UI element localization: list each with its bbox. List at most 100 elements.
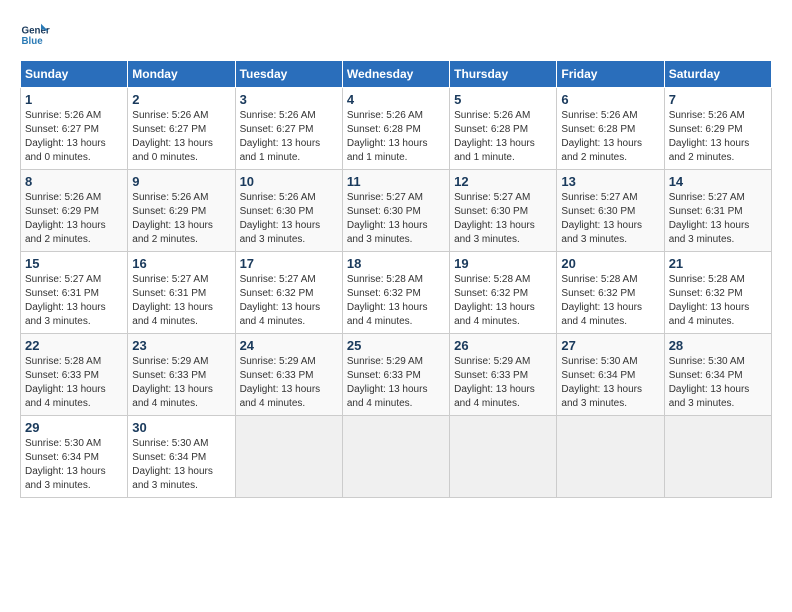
day-number: 23 [132, 338, 230, 353]
calendar-cell: 11 Sunrise: 5:27 AM Sunset: 6:30 PM Dayli… [342, 170, 449, 252]
day-info: Sunrise: 5:26 AM Sunset: 6:27 PM Dayligh… [240, 109, 338, 165]
day-number: 16 [132, 256, 230, 271]
day-number: 10 [240, 174, 338, 189]
calendar-cell: 3 Sunrise: 5:26 AM Sunset: 6:27 PM Daylig… [235, 88, 342, 170]
day-number: 25 [347, 338, 445, 353]
header-wednesday: Wednesday [342, 61, 449, 88]
calendar-cell: 27 Sunrise: 5:30 AM Sunset: 6:34 PM Dayli… [557, 334, 664, 416]
day-number: 6 [561, 92, 659, 107]
day-info: Sunrise: 5:26 AM Sunset: 6:28 PM Dayligh… [561, 109, 659, 165]
day-info: Sunrise: 5:27 AM Sunset: 6:31 PM Dayligh… [132, 273, 230, 329]
day-info: Sunrise: 5:27 AM Sunset: 6:32 PM Dayligh… [240, 273, 338, 329]
day-info: Sunrise: 5:26 AM Sunset: 6:29 PM Dayligh… [669, 109, 767, 165]
calendar-cell: 28 Sunrise: 5:30 AM Sunset: 6:34 PM Dayli… [664, 334, 771, 416]
calendar-cell: 12Sunrise: 5:27 AM Sunset: 6:30 PM Dayli… [450, 170, 557, 252]
day-info: Sunrise: 5:26 AM Sunset: 6:27 PM Dayligh… [25, 109, 123, 165]
day-number: 4 [347, 92, 445, 107]
day-number: 18 [347, 256, 445, 271]
calendar-cell: 5 Sunrise: 5:26 AM Sunset: 6:28 PM Daylig… [450, 88, 557, 170]
day-info: Sunrise: 5:27 AM Sunset: 6:30 PM Dayligh… [347, 191, 445, 247]
day-info: Sunrise: 5:26 AM Sunset: 6:30 PM Dayligh… [240, 191, 338, 247]
calendar-cell: 23 Sunrise: 5:29 AM Sunset: 6:33 PM Dayli… [128, 334, 235, 416]
day-info: Sunrise: 5:28 AM Sunset: 6:32 PM Dayligh… [347, 273, 445, 329]
day-info: Sunrise: 5:29 AM Sunset: 6:33 PM Dayligh… [347, 355, 445, 411]
day-info: Sunrise: 5:30 AM Sunset: 6:34 PM Dayligh… [25, 437, 123, 493]
day-number: 3 [240, 92, 338, 107]
day-number: 22 [25, 338, 123, 353]
calendar-cell: 21 Sunrise: 5:28 AM Sunset: 6:32 PM Dayli… [664, 252, 771, 334]
calendar-week-3: 15 Sunrise: 5:27 AM Sunset: 6:31 PM Dayli… [21, 252, 772, 334]
calendar-cell: 19 Sunrise: 5:28 AM Sunset: 6:32 PM Dayli… [450, 252, 557, 334]
calendar-cell [235, 416, 342, 498]
day-number: 15 [25, 256, 123, 271]
day-info: Sunrise: 5:28 AM Sunset: 6:32 PM Dayligh… [454, 273, 552, 329]
day-info: Sunrise: 5:28 AM Sunset: 6:32 PM Dayligh… [561, 273, 659, 329]
logo-icon: General Blue [20, 20, 50, 50]
day-info: Sunrise: 5:28 AM Sunset: 6:33 PM Dayligh… [25, 355, 123, 411]
calendar-cell: 9Sunrise: 5:26 AM Sunset: 6:29 PM Daylig… [128, 170, 235, 252]
calendar-cell: 10 Sunrise: 5:26 AM Sunset: 6:30 PM Dayli… [235, 170, 342, 252]
calendar-cell: 13 Sunrise: 5:27 AM Sunset: 6:30 PM Dayli… [557, 170, 664, 252]
calendar-week-2: 8 Sunrise: 5:26 AM Sunset: 6:29 PM Daylig… [21, 170, 772, 252]
day-number: 21 [669, 256, 767, 271]
day-info: Sunrise: 5:28 AM Sunset: 6:32 PM Dayligh… [669, 273, 767, 329]
calendar-cell: 22 Sunrise: 5:28 AM Sunset: 6:33 PM Dayli… [21, 334, 128, 416]
calendar-week-1: 1 Sunrise: 5:26 AM Sunset: 6:27 PM Daylig… [21, 88, 772, 170]
day-number: 11 [347, 174, 445, 189]
day-number: 27 [561, 338, 659, 353]
svg-text:Blue: Blue [22, 36, 44, 47]
day-info: Sunrise: 5:26 AM Sunset: 6:29 PM Dayligh… [132, 191, 230, 247]
svg-text:General: General [22, 26, 51, 37]
calendar-cell [557, 416, 664, 498]
day-number: 24 [240, 338, 338, 353]
calendar-cell: 30Sunrise: 5:30 AM Sunset: 6:34 PM Dayli… [128, 416, 235, 498]
day-info: Sunrise: 5:29 AM Sunset: 6:33 PM Dayligh… [454, 355, 552, 411]
day-number: 1 [25, 92, 123, 107]
calendar-week-4: 22 Sunrise: 5:28 AM Sunset: 6:33 PM Dayli… [21, 334, 772, 416]
calendar-cell: 24Sunrise: 5:29 AM Sunset: 6:33 PM Dayli… [235, 334, 342, 416]
calendar-cell: 14 Sunrise: 5:27 AM Sunset: 6:31 PM Dayli… [664, 170, 771, 252]
day-number: 19 [454, 256, 552, 271]
day-number: 2 [132, 92, 230, 107]
header-saturday: Saturday [664, 61, 771, 88]
day-info: Sunrise: 5:30 AM Sunset: 6:34 PM Dayligh… [669, 355, 767, 411]
calendar-cell: 29 Sunrise: 5:30 AM Sunset: 6:34 PM Dayli… [21, 416, 128, 498]
day-number: 13 [561, 174, 659, 189]
calendar-cell: 2 Sunrise: 5:26 AM Sunset: 6:27 PM Daylig… [128, 88, 235, 170]
calendar-cell: 18 Sunrise: 5:28 AM Sunset: 6:32 PM Dayli… [342, 252, 449, 334]
calendar-table: SundayMondayTuesdayWednesdayThursdayFrid… [20, 60, 772, 498]
day-number: 7 [669, 92, 767, 107]
calendar-cell: 8 Sunrise: 5:26 AM Sunset: 6:29 PM Daylig… [21, 170, 128, 252]
day-number: 5 [454, 92, 552, 107]
day-number: 20 [561, 256, 659, 271]
day-number: 14 [669, 174, 767, 189]
header-friday: Friday [557, 61, 664, 88]
day-info: Sunrise: 5:30 AM Sunset: 6:34 PM Dayligh… [132, 437, 230, 493]
day-info: Sunrise: 5:26 AM Sunset: 6:28 PM Dayligh… [347, 109, 445, 165]
day-info: Sunrise: 5:26 AM Sunset: 6:29 PM Dayligh… [25, 191, 123, 247]
calendar-cell: 15Sunrise: 5:27 AM Sunset: 6:31 PM Dayli… [21, 252, 128, 334]
day-number: 28 [669, 338, 767, 353]
calendar-cell: 20 Sunrise: 5:28 AM Sunset: 6:32 PM Dayli… [557, 252, 664, 334]
header-sunday: Sunday [21, 61, 128, 88]
calendar-cell: 4 Sunrise: 5:26 AM Sunset: 6:28 PM Daylig… [342, 88, 449, 170]
day-number: 8 [25, 174, 123, 189]
calendar-cell: 7 Sunrise: 5:26 AM Sunset: 6:29 PM Daylig… [664, 88, 771, 170]
page-header: General Blue [20, 20, 772, 50]
day-info: Sunrise: 5:26 AM Sunset: 6:28 PM Dayligh… [454, 109, 552, 165]
day-info: Sunrise: 5:27 AM Sunset: 6:31 PM Dayligh… [669, 191, 767, 247]
header-tuesday: Tuesday [235, 61, 342, 88]
day-info: Sunrise: 5:30 AM Sunset: 6:34 PM Dayligh… [561, 355, 659, 411]
calendar-cell [342, 416, 449, 498]
calendar-cell [450, 416, 557, 498]
header-monday: Monday [128, 61, 235, 88]
day-info: Sunrise: 5:26 AM Sunset: 6:27 PM Dayligh… [132, 109, 230, 165]
day-number: 29 [25, 420, 123, 435]
calendar-cell: 6 Sunrise: 5:26 AM Sunset: 6:28 PM Daylig… [557, 88, 664, 170]
calendar-cell: 17Sunrise: 5:27 AM Sunset: 6:32 PM Dayli… [235, 252, 342, 334]
day-info: Sunrise: 5:27 AM Sunset: 6:30 PM Dayligh… [561, 191, 659, 247]
day-info: Sunrise: 5:29 AM Sunset: 6:33 PM Dayligh… [132, 355, 230, 411]
calendar-week-5: 29 Sunrise: 5:30 AM Sunset: 6:34 PM Dayli… [21, 416, 772, 498]
calendar-cell [664, 416, 771, 498]
calendar-cell: 26Sunrise: 5:29 AM Sunset: 6:33 PM Dayli… [450, 334, 557, 416]
